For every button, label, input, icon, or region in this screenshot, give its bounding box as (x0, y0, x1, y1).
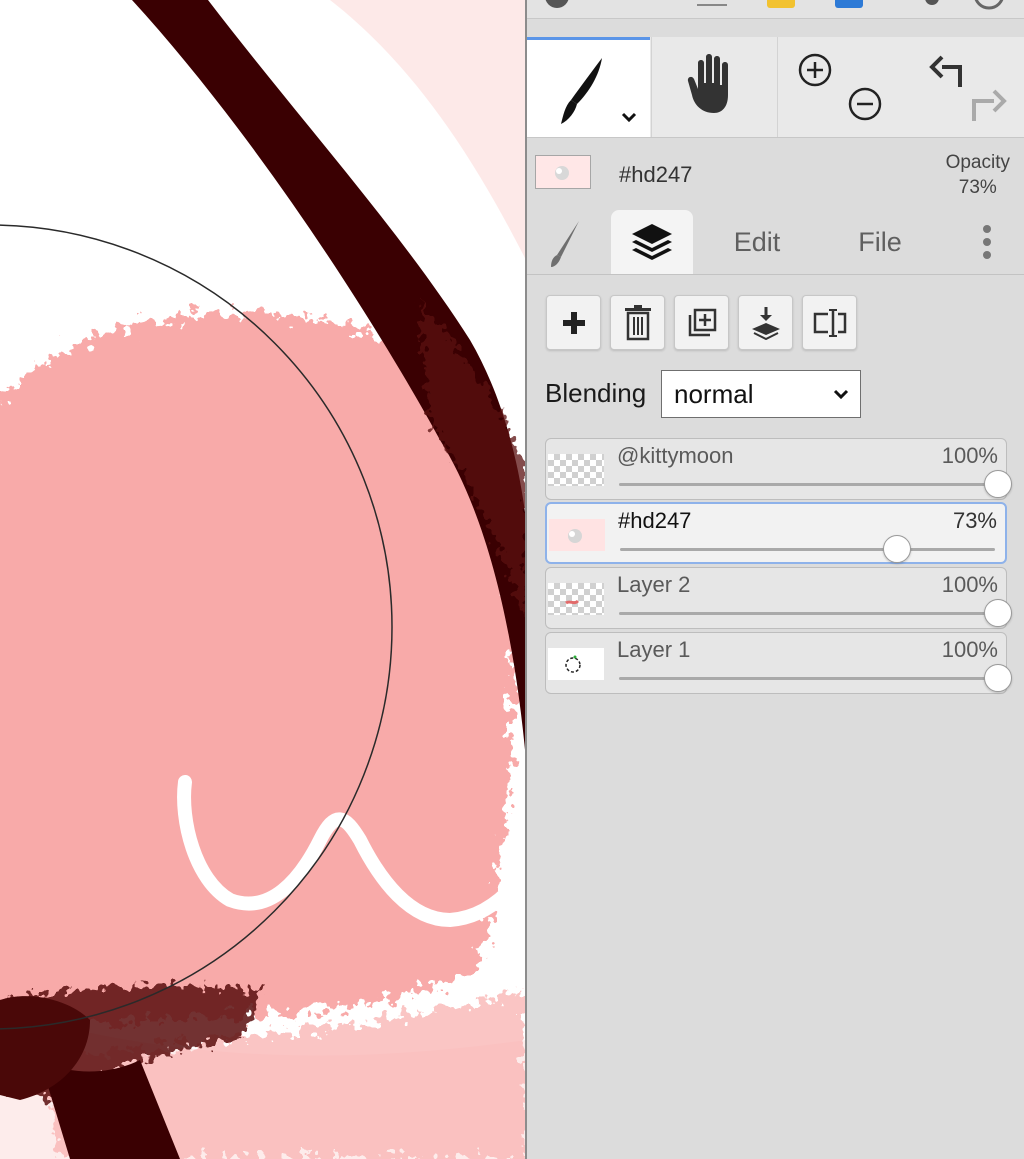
layer-row[interactable]: Layer 1 100% (545, 632, 1012, 694)
tools-panel: #hd247 Opacity 73% Edit File Blending no… (525, 0, 1024, 1159)
layer-row-active[interactable]: #hd247 73% (545, 502, 1007, 564)
history-icons (929, 55, 1007, 121)
layer-opacity-slider[interactable] (619, 483, 996, 486)
layer-thumbnail (548, 648, 604, 680)
drawing-canvas[interactable] (0, 0, 526, 1159)
top-menu-strip (527, 0, 1024, 19)
thumbnail-preview-icon (568, 529, 582, 543)
layer-opacity-slider[interactable] (619, 677, 996, 680)
merge-down-button[interactable] (738, 295, 793, 350)
brush-tab-icon (551, 221, 579, 267)
color-name: #hd247 (619, 162, 693, 187)
blending-label: Blending (545, 378, 647, 408)
duplicate-layer-button[interactable] (674, 295, 729, 350)
layer-opacity-handle[interactable] (984, 664, 1012, 692)
layer-opacity-handle[interactable] (882, 535, 911, 563)
merge-down-icon (751, 306, 780, 340)
opacity-label: Opacity (945, 152, 1010, 173)
layer-opacity: 73% (952, 508, 997, 533)
delete-layer-button[interactable] (610, 295, 665, 350)
zoom-out-icon[interactable] (848, 87, 882, 121)
duplicate-layer-icon (688, 308, 716, 336)
color-swatch[interactable] (535, 155, 591, 189)
hand-icon (687, 54, 728, 113)
layer-name: Layer 2 (617, 572, 691, 597)
layer-opacity-slider[interactable] (620, 548, 995, 551)
more-menu-button[interactable] (967, 210, 1007, 274)
thumbnail-preview-icon (565, 599, 580, 605)
layer-name: Layer 1 (617, 637, 691, 662)
more-vertical-icon (983, 225, 991, 259)
blending-select[interactable]: normal (661, 370, 861, 418)
layer-opacity: 100% (941, 637, 998, 662)
history-buttons (902, 37, 1024, 137)
layer-opacity: 100% (941, 443, 998, 468)
tab-brush[interactable] (527, 210, 607, 274)
blending-value: normal (674, 379, 754, 409)
layer-name: #hd247 (618, 508, 692, 533)
add-layer-icon (562, 311, 585, 334)
tab-file[interactable]: File (839, 210, 921, 274)
zoom-in-icon[interactable] (798, 53, 832, 87)
brush-tool-button[interactable] (527, 37, 650, 137)
layer-name: @kittymoon (617, 443, 734, 468)
layer-thumbnail (548, 454, 604, 486)
main-toolbar (527, 37, 1024, 138)
thumbnail-preview-icon (565, 655, 581, 673)
opacity-value: 73% (958, 177, 997, 198)
tab-layers[interactable] (611, 210, 693, 274)
chevron-down-icon (833, 389, 849, 400)
zoom-icons (798, 53, 882, 121)
layers-icon (632, 224, 672, 260)
layer-opacity: 100% (941, 572, 998, 597)
top-strip-icons (545, 0, 1004, 10)
layer-row[interactable]: Layer 2 100% (545, 567, 1012, 629)
layer-row[interactable]: @kittymoon 100% (545, 438, 1012, 500)
opacity-display[interactable]: Opacity 73% (946, 150, 1010, 200)
rename-layer-button[interactable] (802, 295, 857, 350)
layer-thumbnail (548, 583, 604, 615)
undo-icon[interactable] (929, 55, 962, 87)
hand-tool-button[interactable] (651, 37, 776, 137)
rename-layer-icon (813, 308, 846, 337)
redo-icon[interactable] (972, 89, 1007, 121)
delete-layer-icon (624, 304, 651, 340)
zoom-buttons (777, 37, 901, 137)
color-bar: #hd247 Opacity 73% (527, 138, 1024, 210)
layer-thumbnail (549, 519, 605, 551)
brush-icon (561, 58, 637, 124)
panel-tabs: Edit File (527, 210, 1024, 275)
layer-opacity-handle[interactable] (984, 599, 1012, 627)
layer-opacity-slider[interactable] (619, 612, 996, 615)
add-layer-button[interactable] (546, 295, 601, 350)
tab-edit[interactable]: Edit (717, 210, 797, 274)
canvas-artwork (0, 0, 526, 1159)
swatch-preview-icon (555, 166, 569, 180)
layer-opacity-handle[interactable] (984, 470, 1012, 498)
